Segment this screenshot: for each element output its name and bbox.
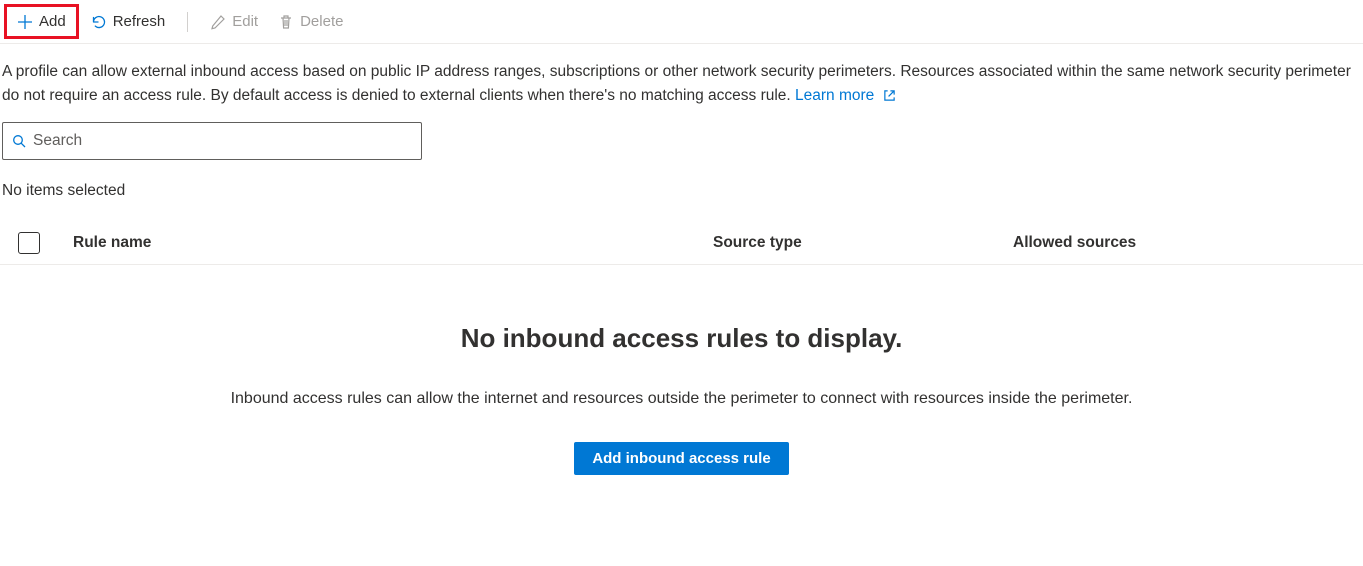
toolbar-divider: [187, 12, 188, 32]
column-rule-name[interactable]: Rule name: [73, 234, 713, 252]
column-source-type[interactable]: Source type: [713, 234, 1013, 252]
empty-state-description: Inbound access rules can allow the inter…: [0, 390, 1363, 408]
search-icon: [11, 133, 27, 149]
delete-icon: [278, 14, 294, 30]
search-input[interactable]: [27, 131, 413, 151]
empty-state-title: No inbound access rules to display.: [0, 323, 1363, 354]
selection-status: No items selected: [0, 174, 1363, 222]
plus-icon: [17, 14, 33, 30]
toolbar: Add Refresh Edit Delete: [0, 0, 1363, 44]
edit-button-label: Edit: [232, 13, 258, 30]
select-all-checkbox[interactable]: [18, 232, 40, 254]
search-wrap: [0, 122, 1363, 174]
add-inbound-rule-button[interactable]: Add inbound access rule: [574, 442, 788, 475]
refresh-button[interactable]: Refresh: [81, 7, 176, 36]
refresh-icon: [91, 14, 107, 30]
external-link-icon: [883, 89, 896, 102]
learn-more-link[interactable]: Learn more: [795, 87, 896, 104]
learn-more-label: Learn more: [795, 87, 874, 104]
edit-button[interactable]: Edit: [200, 7, 268, 36]
add-button-label: Add: [39, 13, 66, 30]
empty-state: No inbound access rules to display. Inbo…: [0, 265, 1363, 475]
delete-button[interactable]: Delete: [268, 7, 353, 36]
description-text-block: A profile can allow external inbound acc…: [0, 44, 1363, 122]
edit-icon: [210, 14, 226, 30]
select-all-cell: [18, 232, 73, 254]
add-button[interactable]: Add: [4, 4, 79, 39]
column-allowed-sources[interactable]: Allowed sources: [1013, 234, 1355, 252]
refresh-button-label: Refresh: [113, 13, 166, 30]
description-text: A profile can allow external inbound acc…: [2, 63, 1351, 104]
delete-button-label: Delete: [300, 13, 343, 30]
search-box[interactable]: [2, 122, 422, 160]
table-header-row: Rule name Source type Allowed sources: [0, 222, 1363, 265]
